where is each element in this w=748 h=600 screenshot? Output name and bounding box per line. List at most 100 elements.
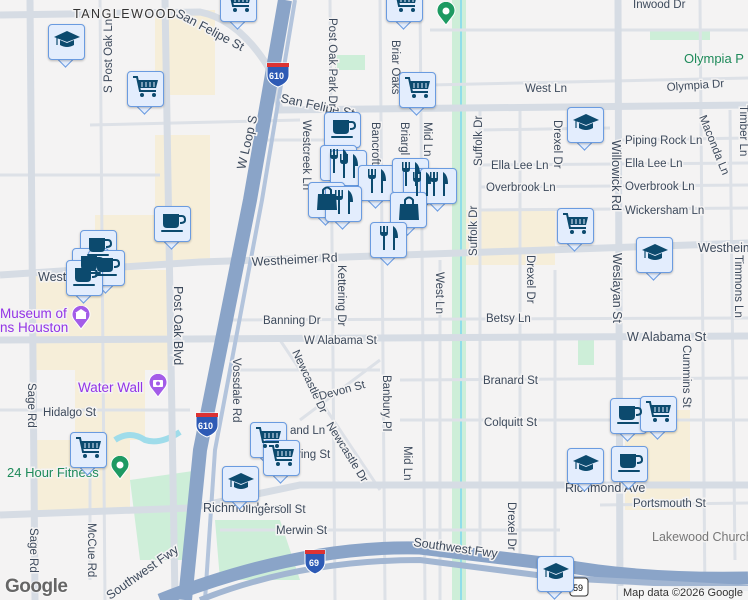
marker-body <box>537 556 574 592</box>
coffee-icon <box>71 264 99 293</box>
street-label: Vossdale Rd <box>230 358 242 423</box>
street-label: Mid Ln <box>421 122 433 157</box>
restaurant-marker[interactable] <box>370 222 407 266</box>
street-label: Ella Lee Ln <box>625 158 683 170</box>
marker-body <box>567 448 604 484</box>
marker-body <box>557 208 594 244</box>
street-label: S Post Oak Ln <box>103 19 115 93</box>
school-marker[interactable] <box>48 24 85 68</box>
marker-body <box>640 396 677 432</box>
cart-marker[interactable] <box>220 0 257 30</box>
street-label: Drexel Dr <box>551 120 563 169</box>
coffee-marker[interactable] <box>66 260 103 304</box>
cart-marker[interactable] <box>127 71 164 115</box>
school-icon <box>53 29 81 56</box>
street-label: West <box>38 270 67 284</box>
street-label: Piping Rock Ln <box>625 135 702 147</box>
street-label: Branard St <box>483 375 539 387</box>
street-label: Newcastle Dr <box>323 420 370 484</box>
school-marker[interactable] <box>567 448 604 492</box>
marker-body <box>611 446 648 482</box>
restaurant-icon <box>377 225 401 256</box>
street-label: and Ln <box>290 425 325 437</box>
museum-icon[interactable] <box>71 304 91 330</box>
marker-body <box>324 112 361 148</box>
street-label: Wickersham Ln <box>625 205 704 217</box>
svg-text:610: 610 <box>269 71 284 81</box>
school-marker[interactable] <box>567 107 604 151</box>
cart-icon <box>404 76 432 105</box>
street-label: Lakewood Church <box>652 530 748 544</box>
street-label: Overbrook Ln <box>625 181 695 193</box>
street-label: Drexel Dr <box>505 502 517 551</box>
street-label: West Ln <box>433 272 445 314</box>
marker-body <box>66 260 103 296</box>
street-label: Colquitt St <box>484 417 538 429</box>
cart-marker[interactable] <box>557 208 594 252</box>
street-label: Kettering Dr <box>335 265 347 327</box>
street-label: McCue Rd <box>85 523 97 577</box>
street-label: Portsmouth St <box>633 498 707 510</box>
street-label: W Alabama St <box>627 330 707 344</box>
street-label: Hidalgo St <box>43 407 97 419</box>
street-label: Sage Rd <box>25 383 37 428</box>
marker-body <box>567 107 604 143</box>
restaurant-icon <box>337 153 361 184</box>
cart-icon <box>562 212 590 241</box>
coffee-icon <box>616 450 644 479</box>
google-logo: Google <box>5 576 68 597</box>
street-label: Westcreek Ln <box>300 120 312 190</box>
marker-body <box>48 24 85 60</box>
street-label: Weslayan St <box>610 253 624 323</box>
map-attribution[interactable]: Map data ©2026 Google <box>617 586 748 600</box>
cart-marker[interactable] <box>640 396 677 440</box>
cart-marker[interactable] <box>263 440 300 484</box>
marker-body <box>636 237 673 273</box>
marker-body <box>370 222 407 258</box>
marker-body <box>399 72 436 108</box>
cart-marker[interactable] <box>70 432 107 476</box>
street-label: ring St <box>297 449 331 461</box>
marker-body <box>386 0 423 22</box>
school-marker[interactable] <box>537 556 574 600</box>
street-label: Post Oak Park Dr <box>326 18 338 108</box>
school-icon <box>572 112 600 139</box>
cart-marker[interactable] <box>386 0 423 30</box>
cart-icon <box>132 75 160 104</box>
street-label: Devon St <box>318 379 368 403</box>
park-label: Olympia P <box>684 51 744 66</box>
street-label: Briargl <box>398 122 410 155</box>
street-label: W Alabama St <box>304 335 378 347</box>
cart-icon <box>75 436 103 465</box>
coffee-icon <box>159 210 187 239</box>
coffee-marker[interactable] <box>154 206 191 250</box>
marker-body <box>263 440 300 476</box>
street-label: Overbrook Ln <box>486 182 556 194</box>
school-marker[interactable] <box>222 466 259 510</box>
street-label: Post Oak Blvd <box>171 286 185 365</box>
green-place-pin[interactable] <box>436 0 456 26</box>
map-canvas[interactable]: TANGLEWOOD San Felipe St San Felipe St P… <box>0 0 748 600</box>
restaurant-icon <box>427 171 451 202</box>
marker-body <box>325 186 362 222</box>
street-label: Sage Rd <box>27 528 39 573</box>
street-label: Inwood Dr <box>633 0 686 11</box>
fitness-place-pin[interactable] <box>110 454 130 480</box>
water-wall-label: Water Wall <box>78 380 143 395</box>
cart-marker[interactable] <box>399 72 436 116</box>
street-label: Banbury Pl <box>380 375 392 431</box>
svg-text:69: 69 <box>309 558 319 568</box>
camera-icon[interactable] <box>148 372 168 398</box>
school-marker[interactable] <box>636 237 673 281</box>
shopping-icon <box>397 195 421 226</box>
restaurant-marker[interactable] <box>325 186 362 230</box>
museum-label: ns Houston <box>0 320 68 335</box>
street-label: Merwin St <box>276 525 328 537</box>
school-icon <box>641 242 669 269</box>
restaurant-icon <box>365 168 389 199</box>
school-icon <box>227 471 255 498</box>
marker-body <box>127 71 164 107</box>
coffee-marker[interactable] <box>611 446 648 490</box>
marker-body <box>220 0 257 22</box>
street-label: Banning Dr <box>263 315 321 327</box>
